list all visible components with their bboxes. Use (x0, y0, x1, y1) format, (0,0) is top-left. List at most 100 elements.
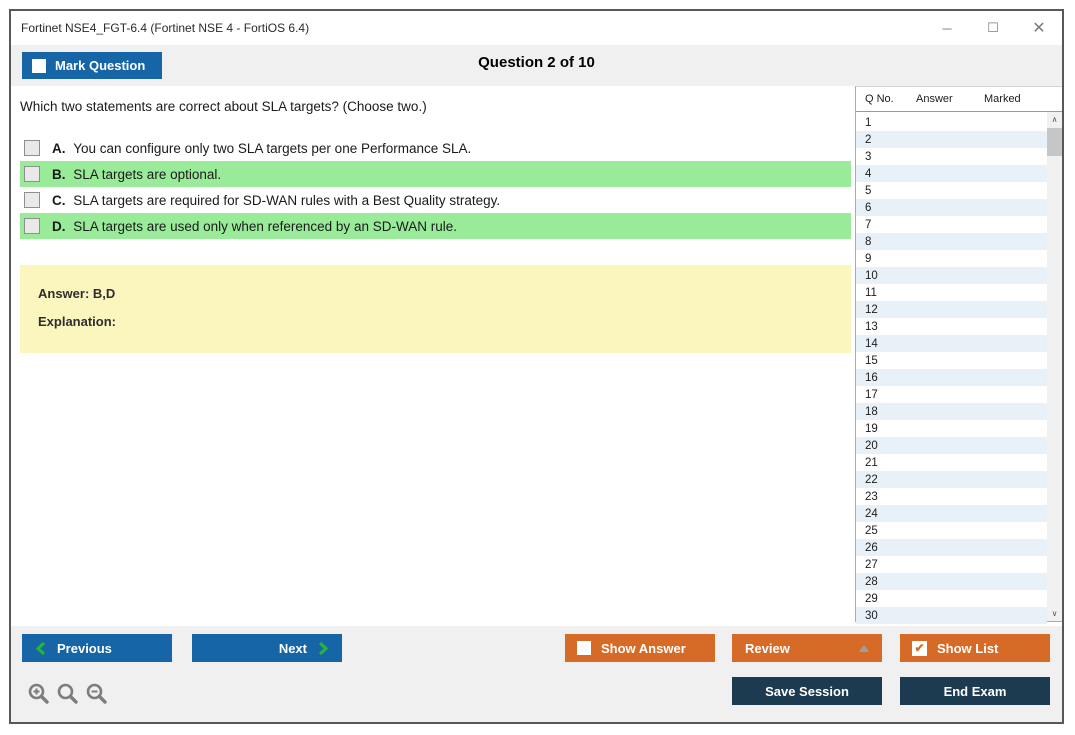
question-text: Which two statements are correct about S… (20, 99, 427, 114)
question-list-row[interactable]: 20 (856, 437, 1047, 454)
qno-cell: 28 (865, 575, 878, 588)
question-list-row[interactable]: 17 (856, 386, 1047, 403)
qno-cell: 14 (865, 337, 878, 350)
question-list-row[interactable]: 21 (856, 454, 1047, 471)
question-list-row[interactable]: 30 (856, 607, 1047, 624)
question-list-row[interactable]: 3 (856, 148, 1047, 165)
end-exam-button[interactable]: End Exam (900, 677, 1050, 705)
question-list-row[interactable]: 24 (856, 505, 1047, 522)
question-list-row[interactable]: 2 (856, 131, 1047, 148)
qno-cell: 22 (865, 473, 878, 486)
chevron-left-icon (35, 641, 46, 655)
question-list-row[interactable]: 29 (856, 590, 1047, 607)
question-list-row[interactable]: 9 (856, 250, 1047, 267)
option-checkbox[interactable] (24, 140, 40, 156)
qno-cell: 2 (865, 133, 872, 146)
answer-option[interactable]: B. SLA targets are optional. (20, 161, 851, 187)
review-label: Review (745, 640, 790, 656)
title-bar: Fortinet NSE4_FGT-6.4 (Fortinet NSE 4 - … (11, 11, 1062, 45)
question-list-row[interactable]: 15 (856, 352, 1047, 369)
content-area: Which two statements are correct about S… (11, 86, 1062, 626)
qno-cell: 17 (865, 388, 878, 401)
qno-cell: 26 (865, 541, 878, 554)
question-list-row[interactable]: 11 (856, 284, 1047, 301)
end-exam-label: End Exam (943, 683, 1007, 699)
question-list-row[interactable]: 5 (856, 182, 1047, 199)
previous-label: Previous (57, 640, 112, 656)
show-list-checkbox-icon[interactable]: ✔ (912, 640, 927, 656)
show-list-label: Show List (937, 640, 999, 656)
column-header-marked: Marked (984, 93, 1021, 105)
question-list-row[interactable]: 26 (856, 539, 1047, 556)
answer-box: Answer: B,D Explanation: (20, 265, 851, 353)
qno-cell: 12 (865, 303, 878, 316)
question-counter: Question 2 of 10 (478, 54, 595, 71)
question-list-row[interactable]: 19 (856, 420, 1047, 437)
show-list-button[interactable]: ✔ Show List (900, 634, 1050, 662)
qno-cell: 29 (865, 592, 878, 605)
qno-cell: 21 (865, 456, 878, 469)
scrollbar-thumb[interactable] (1047, 128, 1062, 156)
question-list-row[interactable]: 18 (856, 403, 1047, 420)
window-controls: ─ ☐ ✕ (924, 11, 1062, 45)
option-checkbox[interactable] (24, 218, 40, 234)
minimize-icon[interactable]: ─ (924, 11, 970, 45)
question-list-rows: 1 2 3 4 5 6 7 8 9 10 11 12 13 14 15 16 1… (856, 114, 1047, 624)
scroll-down-icon[interactable]: ∨ (1047, 606, 1062, 621)
scroll-up-icon[interactable]: ∧ (1047, 112, 1062, 127)
show-answer-checkbox-icon[interactable] (577, 641, 591, 655)
save-session-button[interactable]: Save Session (732, 677, 882, 705)
question-list-panel: Q No. Answer Marked 1 2 3 4 5 6 7 8 9 10… (855, 86, 1062, 624)
zoom-reset-icon[interactable] (56, 682, 80, 706)
exam-player-window: Fortinet NSE4_FGT-6.4 (Fortinet NSE 4 - … (9, 9, 1064, 724)
next-label: Next (278, 640, 307, 656)
qno-cell: 8 (865, 235, 872, 248)
question-list-row[interactable]: 10 (856, 267, 1047, 284)
close-icon[interactable]: ✕ (1016, 11, 1062, 45)
question-list-row[interactable]: 14 (856, 335, 1047, 352)
option-letter: A. (52, 140, 70, 156)
question-list-row[interactable]: 13 (856, 318, 1047, 335)
show-answer-button[interactable]: Show Answer (565, 634, 715, 662)
previous-button[interactable]: Previous (22, 634, 172, 662)
vertical-scrollbar[interactable]: ∧ ∨ (1047, 112, 1062, 621)
zoom-controls (27, 682, 109, 706)
qno-cell: 6 (865, 201, 872, 214)
question-list-row[interactable]: 16 (856, 369, 1047, 386)
zoom-out-icon[interactable] (85, 682, 109, 706)
qno-cell: 7 (865, 218, 872, 231)
answer-label: Answer: B,D (38, 286, 116, 301)
option-checkbox[interactable] (24, 166, 40, 182)
maximize-icon[interactable]: ☐ (970, 11, 1016, 45)
review-button[interactable]: Review (732, 634, 882, 662)
qno-cell: 19 (865, 422, 878, 435)
option-checkbox[interactable] (24, 192, 40, 208)
question-list-row[interactable]: 12 (856, 301, 1047, 318)
question-list-row[interactable]: 7 (856, 216, 1047, 233)
qno-cell: 15 (865, 354, 878, 367)
question-list-area: 1 2 3 4 5 6 7 8 9 10 11 12 13 14 15 16 1… (856, 112, 1062, 624)
answer-option[interactable]: A. You can configure only two SLA target… (20, 135, 851, 161)
option-letter: B. (52, 166, 70, 182)
option-text: You can configure only two SLA targets p… (73, 140, 472, 156)
question-list-row[interactable]: 27 (856, 556, 1047, 573)
next-button[interactable]: Next (192, 634, 342, 662)
question-list-row[interactable]: 23 (856, 488, 1047, 505)
question-list-row[interactable]: 25 (856, 522, 1047, 539)
question-list-row[interactable]: 28 (856, 573, 1047, 590)
question-list-row[interactable]: 1 (856, 114, 1047, 131)
column-header-answer: Answer (916, 93, 953, 105)
answer-option[interactable]: D. SLA targets are used only when refere… (20, 213, 851, 239)
question-list-row[interactable]: 22 (856, 471, 1047, 488)
question-list-row[interactable]: 6 (856, 199, 1047, 216)
question-list-row[interactable]: 8 (856, 233, 1047, 250)
question-list-row[interactable]: 4 (856, 165, 1047, 182)
answer-option[interactable]: C. SLA targets are required for SD-WAN r… (20, 187, 851, 213)
show-answer-label: Show Answer (601, 640, 686, 656)
qno-cell: 24 (865, 507, 878, 520)
option-text: SLA targets are optional. (73, 166, 222, 182)
qno-cell: 3 (865, 150, 872, 163)
zoom-in-icon[interactable] (27, 682, 51, 706)
save-session-label: Save Session (765, 683, 849, 699)
column-header-qno: Q No. (865, 93, 894, 105)
